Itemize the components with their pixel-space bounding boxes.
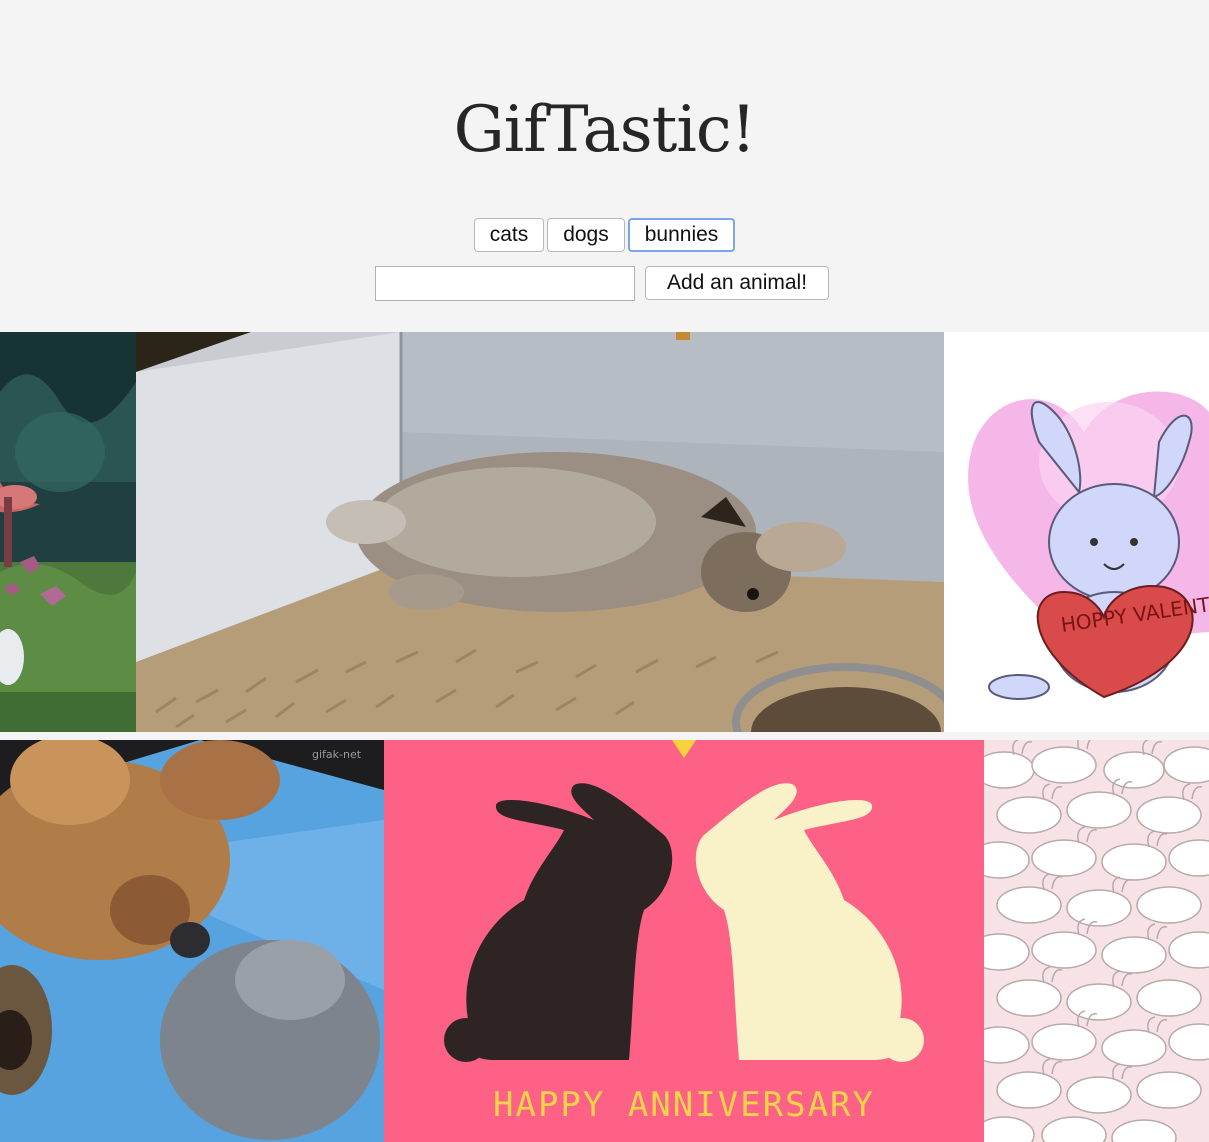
- page-title: GifTastic!: [453, 93, 757, 167]
- anniversary-bunnies-image: HAPPY ANNIVERSARY: [384, 740, 984, 1142]
- gif-forest-scene[interactable]: [0, 332, 136, 732]
- watermark-text: gifak-net: [312, 748, 362, 761]
- gif-rabbits-nose-to-nose[interactable]: gifak-net: [0, 740, 384, 1142]
- gif-anniversary-bunnies[interactable]: HAPPY ANNIVERSARY: [384, 740, 984, 1142]
- animal-button-cats[interactable]: cats: [473, 218, 545, 252]
- animal-button-dogs[interactable]: dogs: [547, 218, 625, 252]
- bunny-pile-image: [984, 740, 1209, 1142]
- page-header: GifTastic! cats dogs bunnies Add an anim…: [0, 0, 1209, 332]
- gif-bunny-pile[interactable]: [984, 740, 1209, 1142]
- gif-rabbit-in-box[interactable]: [136, 332, 944, 732]
- gif-valentine-bunny[interactable]: HOPPY VALENTINE'S DAY!: [944, 332, 1209, 732]
- animal-input[interactable]: [375, 266, 635, 301]
- anniversary-caption: HAPPY ANNIVERSARY: [493, 1085, 875, 1125]
- rabbits-nose-to-nose-image: gifak-net: [0, 740, 384, 1142]
- valentine-bunny-image: HOPPY VALENTINE'S DAY!: [944, 332, 1209, 732]
- rabbit-in-box-image: [136, 332, 944, 732]
- add-animal-button[interactable]: Add an animal!: [645, 266, 829, 300]
- animal-button-bunnies[interactable]: bunnies: [627, 218, 736, 252]
- forest-scene-image: [0, 332, 136, 732]
- animal-button-row: cats dogs bunnies: [0, 218, 1209, 252]
- add-animal-form: Add an animal!: [375, 266, 835, 301]
